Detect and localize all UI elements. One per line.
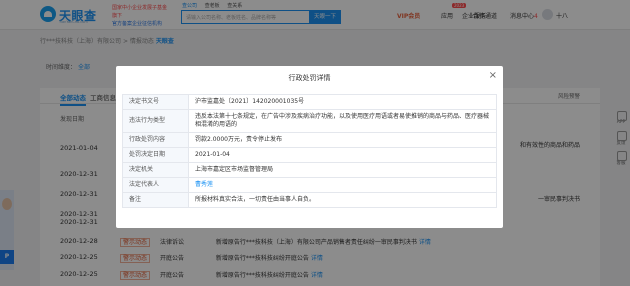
penalty-detail-table: 决定书文号 沪市监嘉处〔2021〕142020001035号 违法行为类型 违反…	[122, 94, 497, 208]
detail-row: 决定机关 上海市嘉定区市场监督管理局	[122, 162, 497, 178]
detail-row: 行政处罚内容 罚款2.0000万元，责令停止发布	[122, 132, 497, 148]
field-label: 行政处罚内容	[122, 132, 189, 148]
detail-row: 违法行为类型 违反本法第十七条规定，在广告中涉及疾病治疗功能，以及使用医疗用语或…	[122, 109, 497, 133]
field-label: 法定代表人	[122, 177, 189, 193]
field-value: 罚款2.0000万元，责令停止发布	[188, 132, 497, 148]
field-label: 处罚决定日期	[122, 147, 189, 163]
detail-row: 备注 所报材料真实合法，一切责任由当事人自负。	[122, 192, 497, 208]
field-label: 备注	[122, 192, 189, 208]
penalty-detail-modal: 行政处罚详情 × 决定书文号 沪市监嘉处〔2021〕142020001035号 …	[116, 66, 503, 228]
field-label: 决定书文号	[122, 94, 189, 110]
field-value: 违反本法第十七条规定，在广告中涉及疾病治疗功能，以及使用医疗用语或者易使推销的商…	[188, 109, 497, 133]
field-label: 决定机关	[122, 162, 189, 178]
detail-row: 决定书文号 沪市监嘉处〔2021〕142020001035号	[122, 94, 497, 110]
field-value: 上海市嘉定区市场监督管理局	[188, 162, 497, 178]
field-value: 2021-01-04	[188, 147, 497, 163]
field-value: 沪市监嘉处〔2021〕142020001035号	[188, 94, 497, 110]
legal-rep-link[interactable]: 曹秀莲	[188, 177, 497, 193]
close-icon[interactable]: ×	[489, 70, 497, 82]
detail-row: 法定代表人 曹秀莲	[122, 177, 497, 193]
field-value: 所报材料真实合法，一切责任由当事人自负。	[188, 192, 497, 208]
detail-row: 处罚决定日期 2021-01-04	[122, 147, 497, 163]
modal-title: 行政处罚详情	[288, 74, 331, 82]
field-label: 违法行为类型	[122, 109, 189, 133]
